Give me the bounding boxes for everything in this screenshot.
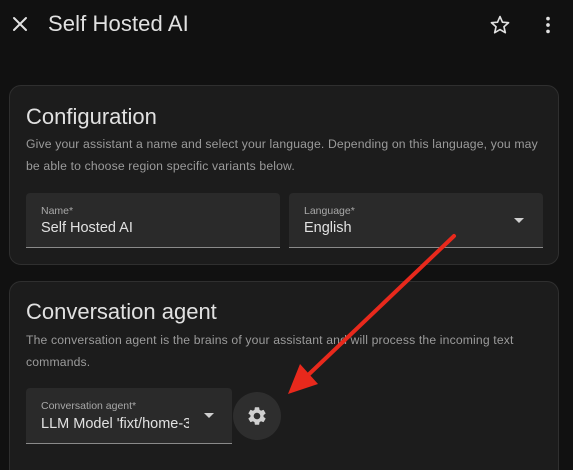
more-vertical-icon bbox=[546, 16, 550, 34]
close-button[interactable] bbox=[8, 12, 32, 36]
conversation-agent-title: Conversation agent bbox=[26, 299, 217, 324]
configuration-title: Configuration bbox=[26, 104, 157, 129]
language-select-label: Language* bbox=[304, 205, 355, 217]
dropdown-arrow-icon bbox=[204, 413, 214, 418]
conversation-agent-select-label: Conversation agent* bbox=[41, 400, 137, 412]
page-title: Self Hosted AI bbox=[48, 11, 189, 36]
conversation-agent-select-value: LLM Model 'fixt/home-3 bbox=[41, 416, 189, 432]
close-icon bbox=[13, 17, 27, 31]
gear-icon bbox=[248, 407, 266, 425]
conversation-agent-card: Conversation agent The conversation agen… bbox=[9, 281, 559, 470]
agent-settings-button[interactable] bbox=[233, 392, 281, 440]
star-outline-icon bbox=[490, 15, 510, 34]
top-app-bar: Self Hosted AI bbox=[0, 0, 573, 50]
name-field-label: Name* bbox=[41, 205, 74, 217]
more-options-button[interactable] bbox=[536, 13, 560, 37]
language-select-value: English bbox=[304, 220, 352, 236]
conversation-agent-select[interactable]: Conversation agent* LLM Model 'fixt/home… bbox=[26, 388, 232, 444]
name-field-value[interactable]: Self Hosted AI bbox=[41, 220, 133, 236]
language-select[interactable]: Language* English bbox=[289, 193, 543, 248]
page: Self Hosted AI Configuration Give your a… bbox=[0, 0, 573, 470]
name-field[interactable]: Name* Self Hosted AI bbox=[26, 193, 280, 248]
conversation-agent-description: The conversation agent is the brains of … bbox=[26, 333, 514, 369]
favorite-button[interactable] bbox=[488, 13, 512, 37]
dropdown-arrow-icon bbox=[514, 218, 524, 223]
configuration-description: Give your assistant a name and select yo… bbox=[26, 137, 538, 173]
configuration-card: Configuration Give your assistant a name… bbox=[9, 85, 559, 265]
